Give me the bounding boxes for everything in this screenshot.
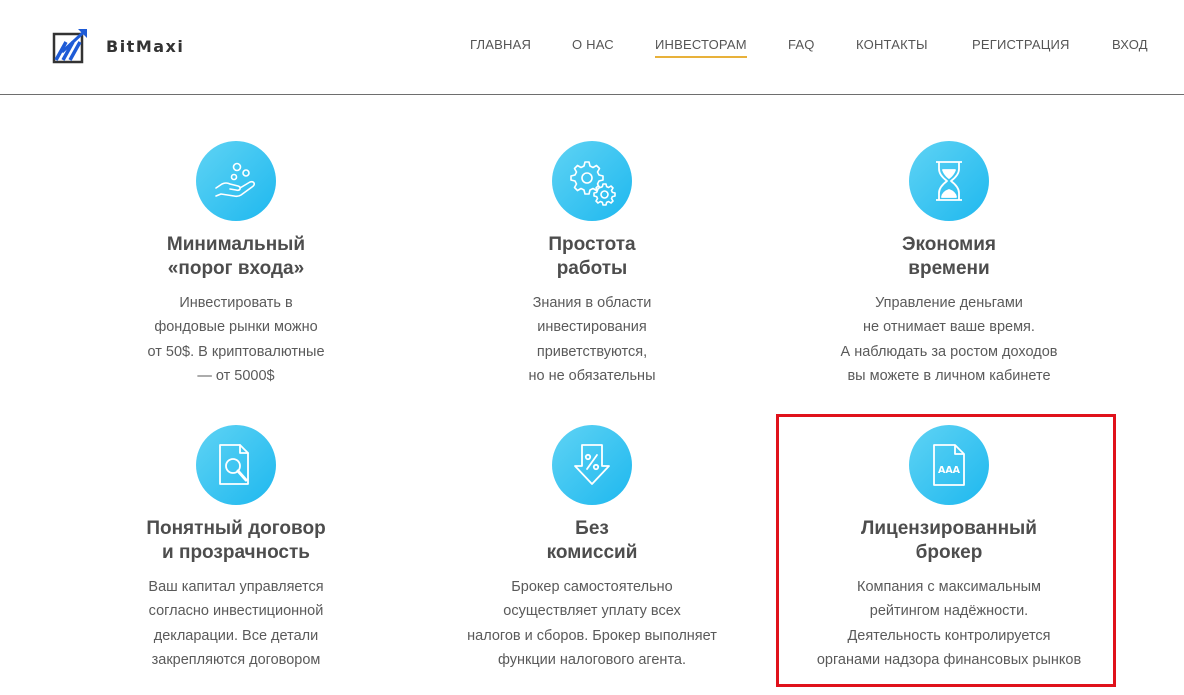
feature-icon-circle: [196, 425, 276, 505]
feature-description: Знания в области инвестирования приветст…: [528, 295, 656, 384]
document-search-icon: [219, 444, 249, 485]
nav-item-contacts[interactable]: КОНТАКТЫ: [856, 37, 928, 52]
hourglass-icon: [936, 161, 962, 201]
feature-description: Инвестировать в фондовые рынки можно от …: [147, 295, 325, 384]
feature-card-min-entry: Минимальный «порог входа» Инвестировать …: [86, 141, 386, 388]
nav-item-login[interactable]: ВХОД: [1112, 37, 1148, 52]
feature-title: Минимальный «порог входа»: [166, 234, 306, 279]
percent-arrow-icon: [574, 444, 610, 485]
feature-title: Понятный договор и прозрачность: [146, 518, 326, 563]
feature-icon-circle: [552, 141, 632, 221]
feature-title: Простота работы: [548, 234, 636, 279]
nav-item-registration[interactable]: РЕГИСТРАЦИЯ: [972, 37, 1070, 52]
feature-title: Экономия времени: [901, 234, 997, 279]
feature-icon-circle: [552, 425, 632, 505]
feature-title: Без комиссий: [546, 518, 638, 563]
feature-description: Брокер самостоятельно осуществляет уплат…: [467, 579, 717, 668]
feature-card-time-saving: Экономия времени Управление деньгами не …: [799, 141, 1099, 388]
nav-item-investors[interactable]: ИНВЕСТОРАМ: [655, 37, 747, 58]
highlight-box: [776, 414, 1116, 687]
main-nav: ГЛАВНАЯ О НАС ИНВЕСТОРАМ FAQ КОНТАКТЫ РЕ…: [0, 37, 1184, 61]
feature-icon-circle: [196, 141, 276, 221]
feature-description: Управление деньгами не отнимает ваше вре…: [840, 295, 1058, 384]
gears-icon: [570, 161, 616, 206]
nav-item-home[interactable]: ГЛАВНАЯ: [470, 37, 531, 52]
feature-card-simplicity: Простота работы Знания в области инвести…: [442, 141, 742, 388]
feature-icon-circle: [909, 141, 989, 221]
hand-coins-icon: [215, 162, 256, 198]
nav-item-faq[interactable]: FAQ: [788, 37, 815, 52]
feature-description: Ваш капитал управляется согласно инвести…: [148, 579, 324, 668]
feature-card-no-commission: Без комиссий Брокер самостоятельно осуще…: [442, 425, 742, 672]
feature-card-transparency: Понятный договор и прозрачность Ваш капи…: [86, 425, 386, 672]
site-header: BitMaxi ГЛАВНАЯ О НАС ИНВЕСТОРАМ FAQ КОН…: [0, 0, 1184, 95]
nav-item-about[interactable]: О НАС: [572, 37, 614, 52]
